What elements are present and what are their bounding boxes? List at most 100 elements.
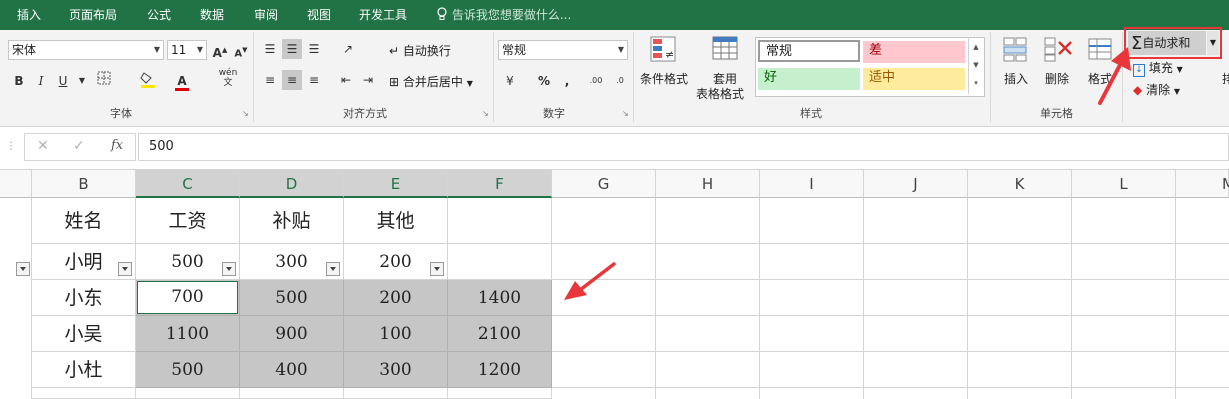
tab-insert[interactable]: 插入 (17, 0, 41, 30)
column-header-J[interactable]: J (864, 170, 968, 198)
merge-center-button[interactable]: ⊞ 合并后居中 ▼ (389, 73, 473, 90)
filter-dropdown-icon[interactable] (430, 262, 444, 276)
filter-dropdown-icon[interactable] (222, 262, 236, 276)
header-cell-allowance[interactable]: 补贴 (240, 198, 344, 244)
font-size-select[interactable]: 11 ▼ (167, 40, 207, 60)
decrease-decimal-icon[interactable]: .0 (610, 71, 630, 91)
column-header-I[interactable]: I (760, 170, 864, 198)
enter-check-icon[interactable]: ✓ (73, 138, 85, 154)
number-format-select[interactable]: 常规 ▼ (498, 40, 628, 60)
font-name-select[interactable]: 宋体 ▼ (8, 40, 164, 60)
style-neutral[interactable]: 适中 (863, 68, 965, 90)
table-cell[interactable]: 300 (344, 352, 448, 388)
align-bottom-icon[interactable]: ☰ (304, 39, 324, 59)
active-cell[interactable]: 700 (137, 281, 238, 314)
chevron-down-icon[interactable]: ▼ (1207, 31, 1219, 55)
align-left-icon[interactable]: ≡ (260, 70, 280, 90)
tab-page-layout[interactable]: 页面布局 (69, 0, 117, 30)
table-cell[interactable]: 900 (240, 316, 344, 352)
header-cell-salary[interactable]: 工资 (136, 198, 240, 244)
bold-button[interactable]: B (9, 71, 29, 91)
empty-cell[interactable] (344, 388, 448, 399)
orientation-icon[interactable]: ↗ (338, 39, 358, 59)
tab-data[interactable]: 数据 (200, 0, 224, 30)
font-color-icon[interactable]: A (172, 71, 192, 91)
increase-decimal-icon[interactable]: .00 (586, 71, 606, 91)
table-cell[interactable]: 100 (344, 316, 448, 352)
table-cell[interactable]: 500 (136, 352, 240, 388)
insert-cells-label[interactable]: 插入 (1000, 70, 1032, 87)
align-middle-icon[interactable]: ☰ (282, 39, 302, 59)
format-as-table-label2[interactable]: 表格格式 (690, 85, 750, 102)
align-top-icon[interactable]: ☰ (260, 39, 280, 59)
tab-review[interactable]: 审阅 (254, 0, 278, 30)
comma-button[interactable]: , (557, 71, 577, 91)
column-header-M[interactable]: M (1176, 170, 1229, 198)
tab-view[interactable]: 视图 (307, 0, 331, 30)
autosum-button[interactable]: Σ自动求和 (1128, 31, 1206, 55)
table-cell[interactable]: 2100 (448, 316, 552, 352)
percent-button[interactable]: % (534, 71, 554, 91)
increase-indent-icon[interactable]: ⇥ (358, 70, 378, 90)
insert-cells-icon[interactable] (1002, 36, 1030, 65)
table-cell[interactable]: 1400 (448, 280, 552, 316)
column-header-K[interactable]: K (968, 170, 1072, 198)
gallery-scroll[interactable]: ▲ ▼ ▾ (968, 38, 983, 94)
clear-button[interactable]: ◆ 清除 ▼ (1133, 81, 1180, 98)
empty-cell[interactable] (136, 388, 240, 399)
tell-me-box[interactable]: 告诉我您想要做什么... (436, 0, 571, 30)
filter-active-icon[interactable] (16, 262, 30, 276)
table-cell[interactable]: 1100 (136, 316, 240, 352)
column-header-B[interactable]: B (32, 170, 136, 198)
filter-dropdown-icon[interactable] (118, 262, 132, 276)
empty-cell[interactable] (32, 388, 136, 399)
decrease-indent-icon[interactable]: ⇤ (336, 70, 356, 90)
column-header-G[interactable]: G (552, 170, 656, 198)
column-header-F[interactable]: F (448, 170, 552, 198)
underline-button[interactable]: U (53, 71, 73, 91)
column-header-H[interactable]: H (656, 170, 760, 198)
cancel-icon[interactable]: ✕ (37, 138, 49, 154)
header-cell-other[interactable]: 其他 (344, 198, 448, 244)
border-icon[interactable] (94, 71, 114, 91)
formula-input[interactable]: 500 (138, 133, 1229, 161)
table-cell[interactable]: 小吴 (32, 316, 136, 352)
shrink-font-icon[interactable]: A▼ (231, 40, 251, 60)
column-header-E[interactable]: E (344, 170, 448, 198)
format-as-table-icon[interactable] (712, 36, 740, 65)
column-header-D[interactable]: D (240, 170, 344, 198)
table-cell[interactable]: 小杜 (32, 352, 136, 388)
column-header-L[interactable]: L (1072, 170, 1176, 198)
conditional-format-icon[interactable]: ≠ (650, 36, 676, 65)
table-cell[interactable]: 小东 (32, 280, 136, 316)
chevron-down-icon[interactable]: ▼ (72, 71, 92, 91)
empty-cell[interactable] (448, 198, 552, 244)
style-bad[interactable]: 差 (863, 41, 965, 63)
table-cell[interactable]: 400 (240, 352, 344, 388)
wrap-text-button[interactable]: ↵ 自动换行 (389, 42, 451, 59)
tab-developer[interactable]: 开发工具 (359, 0, 407, 30)
header-cell-name[interactable]: 姓名 (32, 198, 136, 244)
column-header-C[interactable]: C (136, 170, 240, 198)
delete-cells-icon[interactable] (1043, 36, 1073, 65)
table-cell[interactable]: 200 (344, 280, 448, 316)
sort-filter-clipped[interactable]: 排 (1222, 70, 1229, 87)
conditional-format-label[interactable]: 条件格式 (640, 70, 688, 87)
currency-icon[interactable]: ¥ (500, 71, 520, 91)
empty-cell[interactable] (240, 388, 344, 399)
empty-cell[interactable] (448, 388, 552, 399)
table-cell[interactable] (448, 244, 552, 280)
italic-button[interactable]: I (31, 71, 51, 91)
align-center-icon[interactable]: ≡ (282, 70, 302, 90)
style-good[interactable]: 好 (758, 68, 860, 90)
table-cell[interactable]: 500 (240, 280, 344, 316)
empty-cell[interactable] (552, 198, 656, 244)
worksheet-grid[interactable]: 姓名 工资 补贴 其他 小明 500 300 200 小东 700 500 20… (0, 198, 1229, 399)
delete-cells-label[interactable]: 删除 (1041, 70, 1073, 87)
grow-font-icon[interactable]: A▲ (210, 40, 230, 60)
align-right-icon[interactable]: ≡ (304, 70, 324, 90)
table-cell[interactable]: 1200 (448, 352, 552, 388)
dialog-launcher-icon[interactable]: ↘ (622, 109, 629, 118)
dialog-launcher-icon[interactable]: ↘ (482, 109, 489, 118)
name-box-grip-icon[interactable]: ⋮ (0, 136, 22, 158)
